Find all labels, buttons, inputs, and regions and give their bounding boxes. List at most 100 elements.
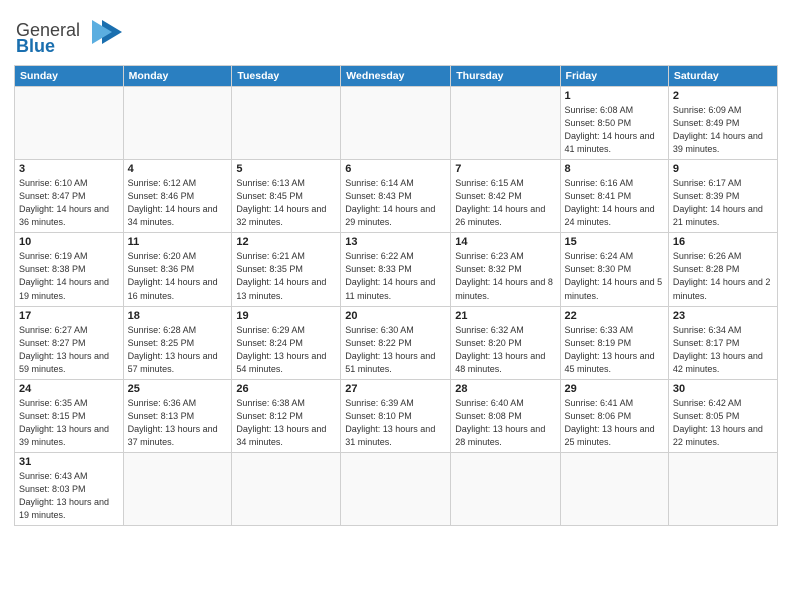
day-info: Sunrise: 6:42 AM Sunset: 8:05 PM Dayligh… xyxy=(673,397,773,449)
calendar-cell: 4 Sunrise: 6:12 AM Sunset: 8:46 PM Daylig… xyxy=(123,160,232,233)
calendar-cell: 23 Sunrise: 6:34 AM Sunset: 8:17 PM Dayli… xyxy=(668,306,777,379)
calendar-cell: 29 Sunrise: 6:41 AM Sunset: 8:06 PM Dayli… xyxy=(560,379,668,452)
calendar-cell xyxy=(123,87,232,160)
calendar-cell: 21 Sunrise: 6:32 AM Sunset: 8:20 PM Dayli… xyxy=(451,306,560,379)
day-info: Sunrise: 6:41 AM Sunset: 8:06 PM Dayligh… xyxy=(565,397,664,449)
day-info: Sunrise: 6:36 AM Sunset: 8:13 PM Dayligh… xyxy=(128,397,228,449)
calendar-cell: 9 Sunrise: 6:17 AM Sunset: 8:39 PM Daylig… xyxy=(668,160,777,233)
logo-wordmark: General Blue xyxy=(14,10,124,59)
day-info: Sunrise: 6:09 AM Sunset: 8:49 PM Dayligh… xyxy=(673,104,773,156)
logo: General Blue xyxy=(14,10,124,59)
day-info: Sunrise: 6:43 AM Sunset: 8:03 PM Dayligh… xyxy=(19,470,119,522)
calendar-cell xyxy=(668,452,777,525)
day-number: 26 xyxy=(236,383,336,395)
day-info: Sunrise: 6:16 AM Sunset: 8:41 PM Dayligh… xyxy=(565,177,664,229)
day-number: 15 xyxy=(565,236,664,248)
calendar-cell: 1Sunrise: 6:08 AM Sunset: 8:50 PM Daylig… xyxy=(560,87,668,160)
day-info: Sunrise: 6:33 AM Sunset: 8:19 PM Dayligh… xyxy=(565,324,664,376)
day-number: 6 xyxy=(345,163,446,175)
calendar-cell xyxy=(15,87,124,160)
calendar-week-row: 3 Sunrise: 6:10 AM Sunset: 8:47 PM Daylig… xyxy=(15,160,778,233)
day-number: 23 xyxy=(673,310,773,322)
day-number: 27 xyxy=(345,383,446,395)
calendar-week-row: 10 Sunrise: 6:19 AM Sunset: 8:38 PM Dayli… xyxy=(15,233,778,306)
day-number: 16 xyxy=(673,236,773,248)
calendar-cell: 6Sunrise: 6:14 AM Sunset: 8:43 PM Daylig… xyxy=(341,160,451,233)
day-number: 8 xyxy=(565,163,664,175)
day-info: Sunrise: 6:32 AM Sunset: 8:20 PM Dayligh… xyxy=(455,324,555,376)
day-info: Sunrise: 6:40 AM Sunset: 8:08 PM Dayligh… xyxy=(455,397,555,449)
day-number: 4 xyxy=(128,163,228,175)
calendar-table: SundayMondayTuesdayWednesdayThursdayFrid… xyxy=(14,65,778,526)
calendar-cell: 7Sunrise: 6:15 AM Sunset: 8:42 PM Daylig… xyxy=(451,160,560,233)
day-number: 13 xyxy=(345,236,446,248)
calendar-cell xyxy=(341,452,451,525)
day-info: Sunrise: 6:28 AM Sunset: 8:25 PM Dayligh… xyxy=(128,324,228,376)
calendar-cell xyxy=(451,87,560,160)
day-info: Sunrise: 6:17 AM Sunset: 8:39 PM Dayligh… xyxy=(673,177,773,229)
svg-text:Blue: Blue xyxy=(16,36,55,54)
day-number: 20 xyxy=(345,310,446,322)
col-header-saturday: Saturday xyxy=(668,66,777,87)
day-info: Sunrise: 6:38 AM Sunset: 8:12 PM Dayligh… xyxy=(236,397,336,449)
day-info: Sunrise: 6:19 AM Sunset: 8:38 PM Dayligh… xyxy=(19,250,119,302)
day-info: Sunrise: 6:22 AM Sunset: 8:33 PM Dayligh… xyxy=(345,250,446,302)
calendar-cell: 17 Sunrise: 6:27 AM Sunset: 8:27 PM Dayli… xyxy=(15,306,124,379)
day-number: 17 xyxy=(19,310,119,322)
calendar-cell: 27Sunrise: 6:39 AM Sunset: 8:10 PM Dayli… xyxy=(341,379,451,452)
calendar-cell: 16 Sunrise: 6:26 AM Sunset: 8:28 PM Dayli… xyxy=(668,233,777,306)
day-number: 9 xyxy=(673,163,773,175)
day-info: Sunrise: 6:13 AM Sunset: 8:45 PM Dayligh… xyxy=(236,177,336,229)
col-header-thursday: Thursday xyxy=(451,66,560,87)
day-info: Sunrise: 6:27 AM Sunset: 8:27 PM Dayligh… xyxy=(19,324,119,376)
day-info: Sunrise: 6:10 AM Sunset: 8:47 PM Dayligh… xyxy=(19,177,119,229)
calendar-header-row: SundayMondayTuesdayWednesdayThursdayFrid… xyxy=(15,66,778,87)
calendar-cell xyxy=(123,452,232,525)
day-number: 1 xyxy=(565,90,664,102)
day-number: 5 xyxy=(236,163,336,175)
calendar-week-row: 1Sunrise: 6:08 AM Sunset: 8:50 PM Daylig… xyxy=(15,87,778,160)
calendar-cell: 18 Sunrise: 6:28 AM Sunset: 8:25 PM Dayli… xyxy=(123,306,232,379)
day-number: 31 xyxy=(19,456,119,468)
calendar-week-row: 17 Sunrise: 6:27 AM Sunset: 8:27 PM Dayli… xyxy=(15,306,778,379)
day-info: Sunrise: 6:34 AM Sunset: 8:17 PM Dayligh… xyxy=(673,324,773,376)
day-info: Sunrise: 6:26 AM Sunset: 8:28 PM Dayligh… xyxy=(673,250,773,302)
calendar-cell xyxy=(451,452,560,525)
day-info: Sunrise: 6:29 AM Sunset: 8:24 PM Dayligh… xyxy=(236,324,336,376)
calendar-cell: 22Sunrise: 6:33 AM Sunset: 8:19 PM Dayli… xyxy=(560,306,668,379)
day-number: 19 xyxy=(236,310,336,322)
calendar-cell: 25Sunrise: 6:36 AM Sunset: 8:13 PM Dayli… xyxy=(123,379,232,452)
col-header-friday: Friday xyxy=(560,66,668,87)
day-number: 28 xyxy=(455,383,555,395)
day-info: Sunrise: 6:24 AM Sunset: 8:30 PM Dayligh… xyxy=(565,250,664,302)
col-header-tuesday: Tuesday xyxy=(232,66,341,87)
day-number: 21 xyxy=(455,310,555,322)
calendar-cell: 31 Sunrise: 6:43 AM Sunset: 8:03 PM Dayli… xyxy=(15,452,124,525)
day-number: 3 xyxy=(19,163,119,175)
calendar-cell: 11Sunrise: 6:20 AM Sunset: 8:36 PM Dayli… xyxy=(123,233,232,306)
header: General Blue xyxy=(14,10,778,59)
calendar-cell xyxy=(232,452,341,525)
calendar-cell: 3 Sunrise: 6:10 AM Sunset: 8:47 PM Daylig… xyxy=(15,160,124,233)
calendar-cell xyxy=(341,87,451,160)
day-number: 14 xyxy=(455,236,555,248)
day-info: Sunrise: 6:15 AM Sunset: 8:42 PM Dayligh… xyxy=(455,177,555,229)
calendar-cell: 30Sunrise: 6:42 AM Sunset: 8:05 PM Dayli… xyxy=(668,379,777,452)
day-info: Sunrise: 6:12 AM Sunset: 8:46 PM Dayligh… xyxy=(128,177,228,229)
calendar-cell: 14Sunrise: 6:23 AM Sunset: 8:32 PM Dayli… xyxy=(451,233,560,306)
col-header-wednesday: Wednesday xyxy=(341,66,451,87)
page: General Blue SundayMondayTuesdayWednesda… xyxy=(0,0,792,612)
calendar-cell: 19 Sunrise: 6:29 AM Sunset: 8:24 PM Dayli… xyxy=(232,306,341,379)
day-number: 29 xyxy=(565,383,664,395)
calendar-cell: 13 Sunrise: 6:22 AM Sunset: 8:33 PM Dayli… xyxy=(341,233,451,306)
calendar-cell: 24Sunrise: 6:35 AM Sunset: 8:15 PM Dayli… xyxy=(15,379,124,452)
day-number: 11 xyxy=(128,236,228,248)
day-number: 18 xyxy=(128,310,228,322)
day-info: Sunrise: 6:21 AM Sunset: 8:35 PM Dayligh… xyxy=(236,250,336,302)
calendar-cell: 10 Sunrise: 6:19 AM Sunset: 8:38 PM Dayli… xyxy=(15,233,124,306)
calendar-cell: 5 Sunrise: 6:13 AM Sunset: 8:45 PM Daylig… xyxy=(232,160,341,233)
col-header-monday: Monday xyxy=(123,66,232,87)
day-number: 10 xyxy=(19,236,119,248)
calendar-cell xyxy=(560,452,668,525)
calendar-week-row: 31 Sunrise: 6:43 AM Sunset: 8:03 PM Dayli… xyxy=(15,452,778,525)
